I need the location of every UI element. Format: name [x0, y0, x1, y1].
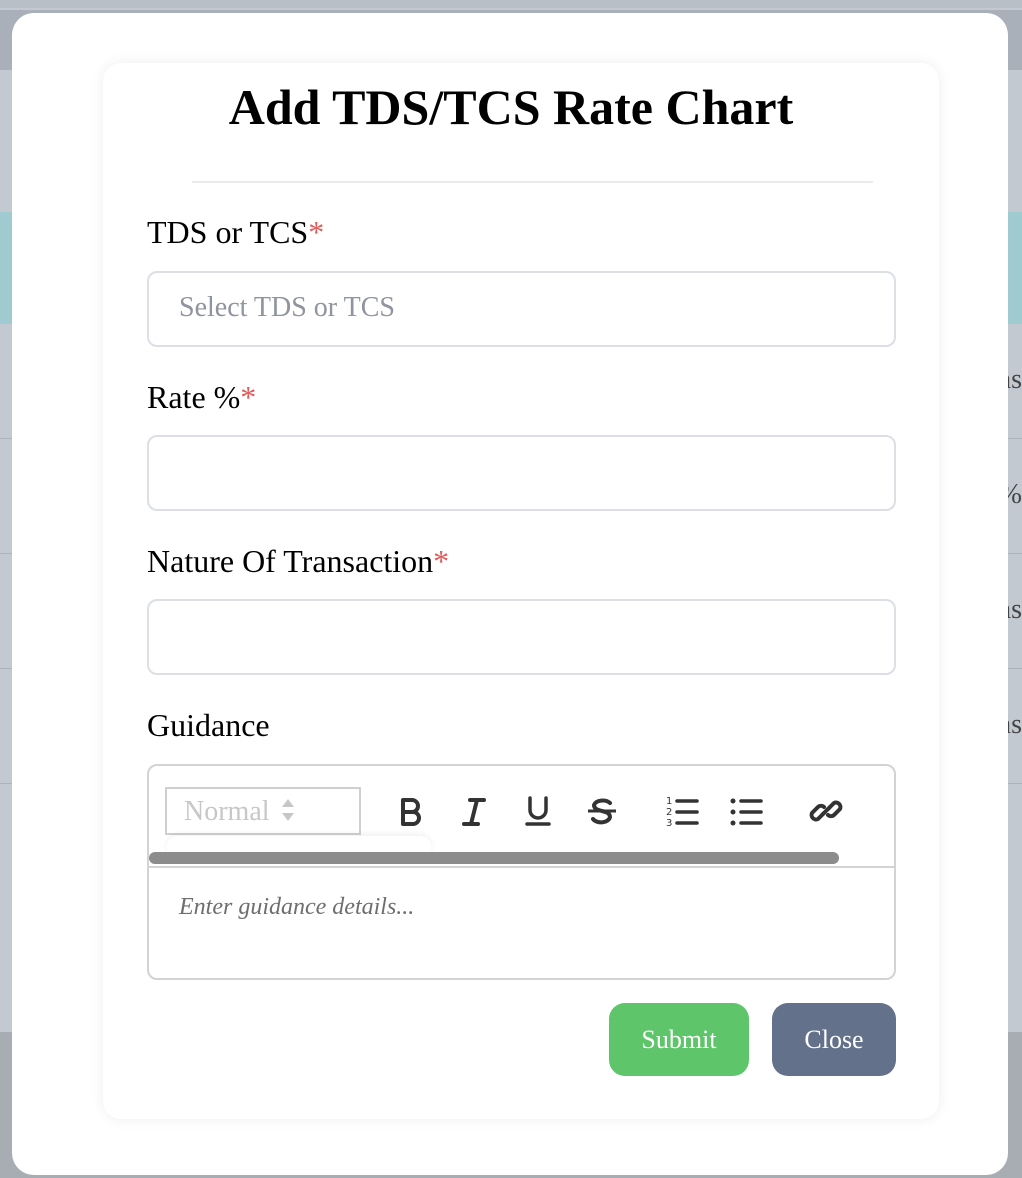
close-button[interactable]: Close [772, 1003, 896, 1076]
rate-label-text: Rate % [147, 379, 241, 415]
guidance-label: Guidance [147, 707, 270, 743]
svg-text:3: 3 [666, 818, 672, 829]
required-marker: * [240, 379, 257, 415]
svg-text:1: 1 [666, 796, 672, 807]
toolbar-scrollbar[interactable] [149, 852, 839, 864]
modal-title: Add TDS/TCS Rate Chart [228, 79, 794, 135]
tds-or-tcs-select[interactable]: Select TDS or TCS [147, 271, 896, 347]
format-select-value: Normal [184, 796, 270, 827]
submit-button[interactable]: Submit [609, 1003, 749, 1076]
background-top-bar [0, 0, 1022, 8]
italic-icon[interactable] [456, 793, 492, 829]
rate-label: Rate %* [147, 379, 256, 416]
bold-icon[interactable] [392, 793, 428, 829]
rate-input[interactable] [147, 435, 896, 511]
add-rate-chart-modal [12, 13, 1008, 1175]
guidance-editor: Normal 1 2 3 Enter guidance details... [147, 764, 896, 980]
bullet-list-icon[interactable] [728, 793, 764, 829]
nature-of-transaction-input[interactable] [147, 599, 896, 675]
ordered-list-icon[interactable]: 1 2 3 [664, 793, 700, 829]
underline-icon[interactable] [520, 793, 556, 829]
tds-or-tcs-placeholder: Select TDS or TCS [179, 292, 395, 323]
guidance-placeholder[interactable]: Enter guidance details... [179, 894, 414, 921]
up-down-icon [282, 799, 294, 821]
tds-or-tcs-label: TDS or TCS* [147, 214, 324, 251]
nature-of-transaction-label-text: Nature Of Transaction [147, 543, 434, 579]
svg-text:2: 2 [666, 807, 672, 818]
nature-of-transaction-label: Nature Of Transaction* [147, 543, 449, 580]
strikethrough-icon[interactable] [584, 793, 620, 829]
format-select[interactable]: Normal [165, 787, 361, 835]
required-marker: * [308, 214, 325, 250]
link-icon[interactable] [808, 793, 844, 829]
tds-or-tcs-label-text: TDS or TCS [147, 214, 309, 250]
title-divider [192, 181, 873, 183]
editor-toolbar: Normal 1 2 3 [149, 766, 894, 868]
required-marker: * [433, 543, 450, 579]
